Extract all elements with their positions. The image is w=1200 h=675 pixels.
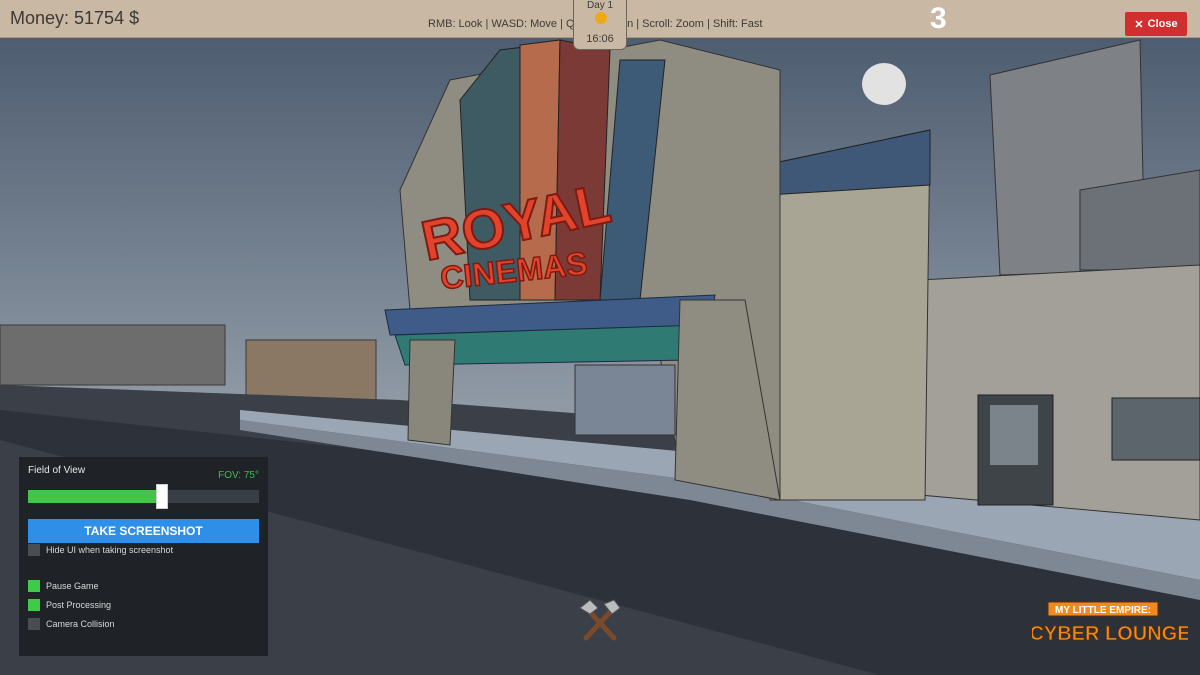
option-label: Camera Collision xyxy=(46,619,115,629)
option-label: Post Processing xyxy=(46,600,112,610)
fov-readout: FOV: 75° xyxy=(218,470,259,481)
hide-ui-checkbox[interactable] xyxy=(28,544,40,556)
day-clock: Day 1 16:06 xyxy=(573,0,627,50)
game-logo: MY LITTLE EMPIRE: CYBER LOUNGE xyxy=(1029,600,1191,650)
option-camera-collision[interactable]: Camera Collision xyxy=(28,618,115,630)
post-processing-checkbox[interactable] xyxy=(28,599,40,611)
hammer-wrench-icon[interactable] xyxy=(578,598,622,644)
logo-line2: CYBER LOUNGE xyxy=(1032,623,1188,645)
time-label: 16:06 xyxy=(586,33,614,45)
panel-title: Field of View xyxy=(28,465,86,476)
camera-settings-panel: Field of View FOV: 75° TAKE SCREENSHOT H… xyxy=(19,457,268,656)
fov-slider-handle[interactable] xyxy=(155,484,168,509)
fov-slider-fill xyxy=(28,490,162,503)
close-icon: ✕ xyxy=(1134,18,1144,31)
money-display: Money: 51754 $ xyxy=(10,8,140,28)
option-hide-ui[interactable]: Hide UI when taking screenshot xyxy=(28,544,173,556)
camera-collision-checkbox[interactable] xyxy=(28,618,40,630)
close-button[interactable]: ✕ Close xyxy=(1125,12,1187,36)
fov-slider[interactable] xyxy=(28,484,259,509)
game-speed-indicator[interactable]: 3 xyxy=(930,2,947,36)
option-label: Hide UI when taking screenshot xyxy=(46,545,174,555)
option-pause-game[interactable]: Pause Game xyxy=(28,580,99,592)
take-screenshot-button[interactable]: TAKE SCREENSHOT xyxy=(28,519,259,543)
close-label: Close xyxy=(1147,18,1178,30)
pause-game-checkbox[interactable] xyxy=(28,580,40,592)
option-label: Pause Game xyxy=(46,581,99,591)
option-post-processing[interactable]: Post Processing xyxy=(28,599,111,611)
logo-line1: MY LITTLE EMPIRE: xyxy=(1055,605,1151,616)
sun-icon xyxy=(595,12,607,24)
day-label: Day 1 xyxy=(586,0,614,11)
